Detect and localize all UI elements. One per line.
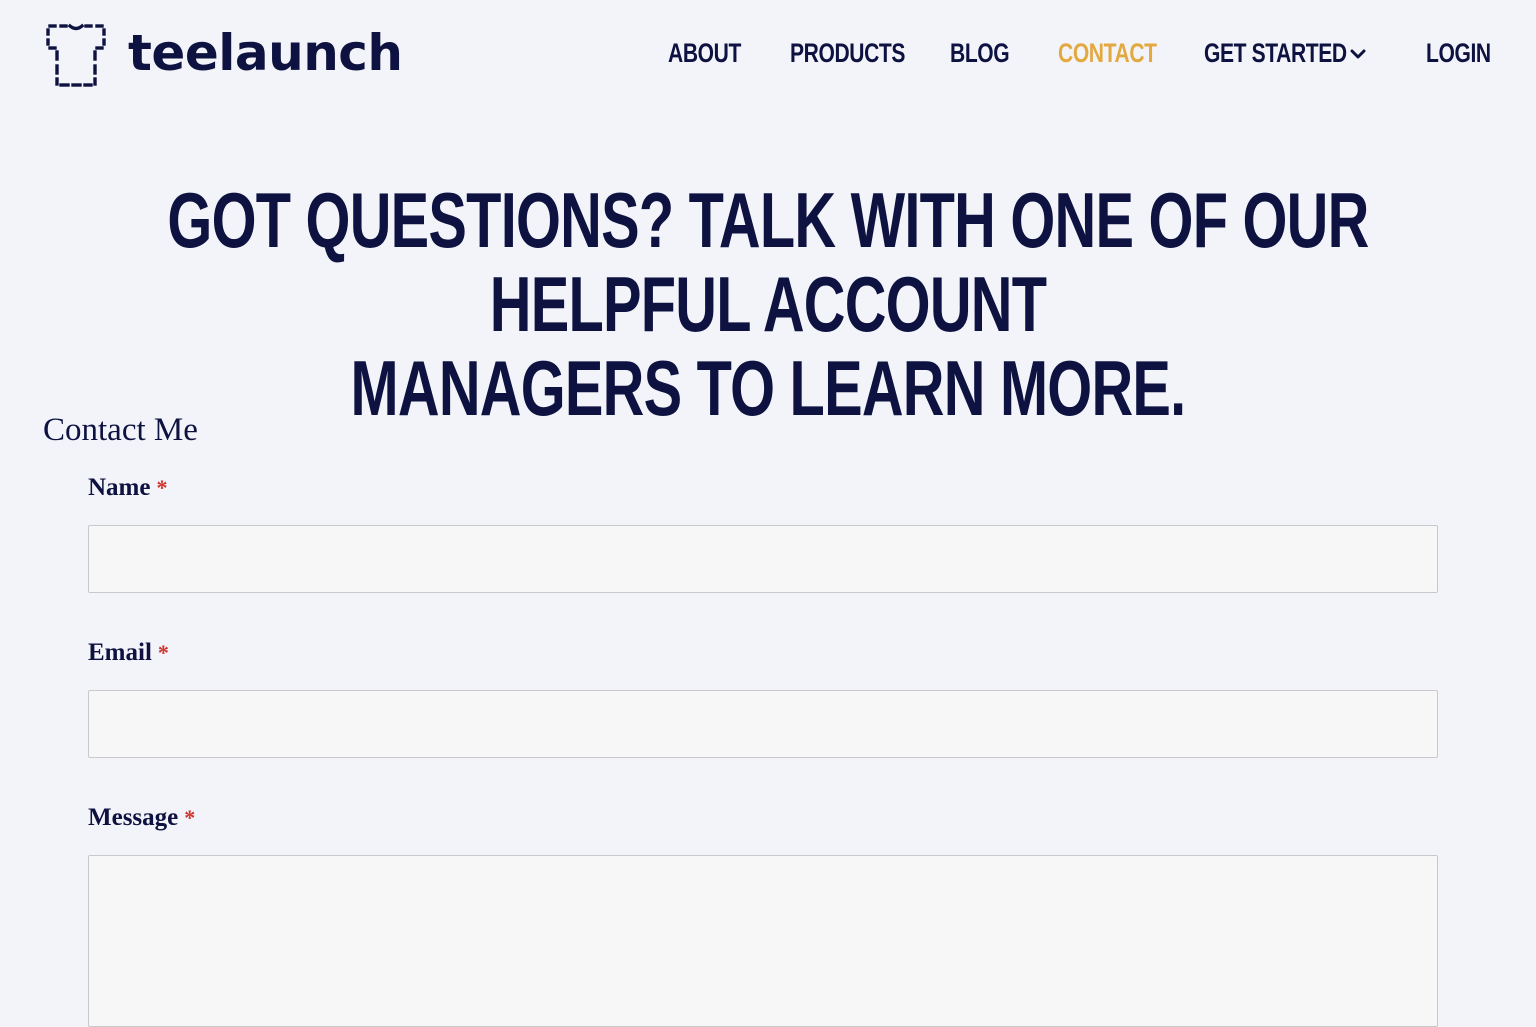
nav-slot-login: LOGIN: [1426, 38, 1491, 69]
message-textarea[interactable]: [88, 855, 1438, 1027]
nav-slot-blog: BLOG: [950, 38, 1010, 69]
main-nav: ABOUT PRODUCTS BLOG CONTACT GET STARTED …: [668, 38, 1491, 69]
name-input[interactable]: [88, 525, 1438, 593]
nav-link-about[interactable]: ABOUT: [668, 38, 741, 69]
required-marker: *: [157, 640, 169, 665]
nav-link-get-started[interactable]: GET STARTED: [1204, 38, 1347, 69]
nav-link-products[interactable]: PRODUCTS: [790, 38, 905, 69]
site-header: teelaunch ABOUT PRODUCTS BLOG CONTACT GE…: [0, 0, 1536, 115]
message-label: Message *: [88, 804, 195, 832]
nav-slot-products: PRODUCTS: [790, 38, 905, 69]
hero-heading: GOT QUESTIONS? TALK WITH ONE OF OUR HELP…: [65, 178, 1471, 430]
nav-slot-contact: CONTACT: [1058, 38, 1157, 69]
nav-slot-about: ABOUT: [668, 38, 741, 69]
nav-link-login[interactable]: LOGIN: [1426, 38, 1491, 69]
tshirt-dashed-icon: [46, 23, 106, 87]
brand-name: teelaunch: [128, 24, 403, 82]
nav-link-contact[interactable]: CONTACT: [1058, 38, 1157, 69]
form-title: Contact Me: [43, 412, 198, 448]
nav-link-blog[interactable]: BLOG: [950, 38, 1010, 69]
required-marker: *: [184, 805, 196, 830]
email-input[interactable]: [88, 690, 1438, 758]
required-marker: *: [156, 475, 168, 500]
hero-heading-line-1: GOT QUESTIONS? TALK WITH ONE OF OUR HELP…: [167, 176, 1369, 348]
brand-logo-link[interactable]: teelaunch: [44, 22, 403, 88]
name-label-text: Name: [88, 474, 151, 501]
hero-heading-line-2: MANAGERS TO LEARN MORE.: [350, 344, 1187, 432]
chevron-down-icon[interactable]: [1350, 46, 1366, 62]
email-label: Email *: [88, 639, 169, 667]
name-label: Name *: [88, 474, 167, 502]
message-label-text: Message: [88, 804, 179, 831]
email-label-text: Email: [88, 639, 152, 666]
hero-section: GOT QUESTIONS? TALK WITH ONE OF OUR HELP…: [0, 178, 1536, 430]
nav-slot-get-started: GET STARTED: [1204, 38, 1368, 69]
